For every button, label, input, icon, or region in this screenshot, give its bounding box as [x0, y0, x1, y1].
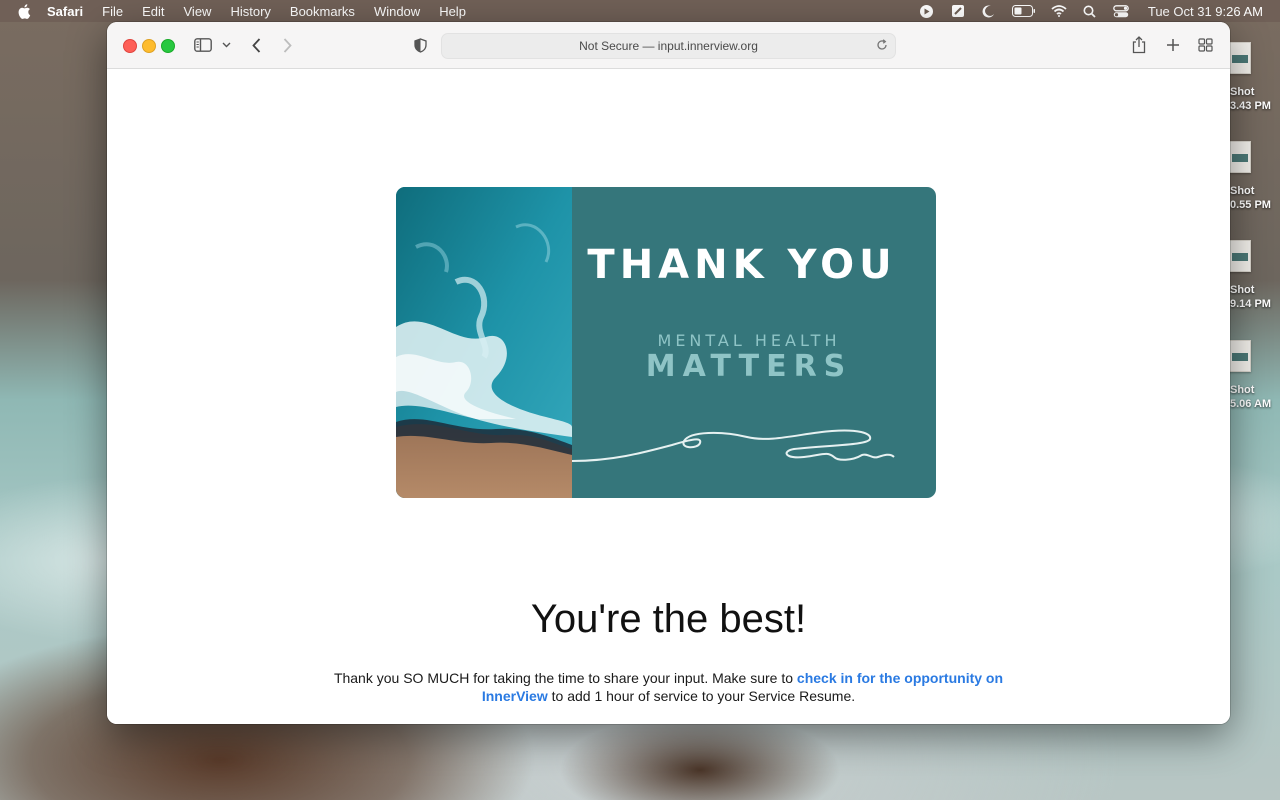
share-icon[interactable] [1131, 35, 1147, 55]
menu-window[interactable]: Window [374, 4, 420, 19]
spotlight-search-icon[interactable] [1082, 4, 1098, 18]
menu-app-name[interactable]: Safari [47, 4, 83, 19]
file-thumbnail-icon [1229, 240, 1251, 272]
back-chevron-icon[interactable] [249, 35, 263, 55]
banner-subtitle-line2: MATTERS [645, 349, 853, 384]
wifi-icon[interactable] [1051, 4, 1067, 18]
tab-overview-grid-icon[interactable] [1197, 35, 1213, 55]
address-bar[interactable]: Not Secure — input.innerview.org [441, 33, 896, 59]
app-status-icon[interactable] [950, 4, 966, 18]
screen-recorder-icon[interactable] [919, 4, 935, 18]
menu-bookmarks[interactable]: Bookmarks [290, 4, 355, 19]
menu-bar: Safari File Edit View History Bookmarks … [0, 0, 1280, 22]
menu-bar-status-area: Tue Oct 31 9:26 AM [919, 0, 1280, 22]
file-label-line2: 0.55 PM [1230, 199, 1271, 211]
body-text-before: Thank you SO MUCH for taking the time to… [333, 670, 797, 686]
menu-view[interactable]: View [184, 4, 212, 19]
file-label-line1: Shot [1230, 284, 1255, 296]
page-headline: You're the best! [530, 597, 807, 641]
wave-line-decoration [572, 429, 895, 462]
thank-you-banner-image: THANK YOU MENTAL HEALTH MATTERS [396, 187, 936, 498]
window-zoom-button[interactable] [161, 39, 175, 53]
address-text: Not Secure — input.innerview.org [579, 39, 758, 53]
file-label-line1: Shot [1230, 86, 1255, 98]
banner-subtitle-line1: MENTAL HEALTH [657, 331, 841, 350]
menu-file[interactable]: File [102, 4, 123, 19]
tab-group-chevron-down-icon[interactable] [220, 35, 232, 55]
file-label-line2: 9.14 PM [1230, 298, 1271, 310]
file-thumbnail-icon [1229, 340, 1251, 372]
sidebar-toggle-icon[interactable] [193, 35, 213, 55]
file-thumbnail-icon [1229, 141, 1251, 173]
new-tab-plus-icon[interactable] [1165, 35, 1181, 55]
menu-history[interactable]: History [230, 4, 270, 19]
file-label-line1: Shot [1230, 384, 1255, 396]
body-paragraph: Thank you SO MUCH for taking the time to… [323, 669, 1014, 705]
file-label-line2: 3.43 PM [1230, 100, 1271, 112]
forward-chevron-icon[interactable] [280, 35, 294, 55]
reload-icon[interactable] [875, 38, 889, 52]
focus-moon-icon[interactable] [981, 4, 997, 18]
browser-toolbar: Not Secure — input.innerview.org [107, 22, 1230, 69]
menu-help[interactable]: Help [439, 4, 466, 19]
control-center-icon[interactable] [1113, 4, 1129, 18]
body-text-after: to add 1 hour of service to your Service… [547, 688, 856, 704]
menu-bar-clock[interactable]: Tue Oct 31 9:26 AM [1148, 4, 1263, 19]
page-content: THANK YOU MENTAL HEALTH MATTERS You're t… [107, 69, 1230, 724]
window-minimize-button[interactable] [142, 39, 156, 53]
ocean-waves-photo [396, 187, 572, 498]
file-label-line2: 5.06 AM [1230, 398, 1272, 410]
banner-title: THANK YOU [587, 242, 897, 288]
file-label-line1: Shot [1230, 185, 1255, 197]
menu-edit[interactable]: Edit [142, 4, 164, 19]
file-thumbnail-icon [1229, 42, 1251, 74]
apple-logo-icon[interactable] [17, 3, 31, 19]
battery-icon[interactable] [1011, 4, 1036, 18]
window-close-button[interactable] [123, 39, 137, 53]
safari-window: Not Secure — input.innerview.org THANK Y… [107, 22, 1230, 724]
privacy-shield-icon[interactable] [412, 35, 428, 55]
